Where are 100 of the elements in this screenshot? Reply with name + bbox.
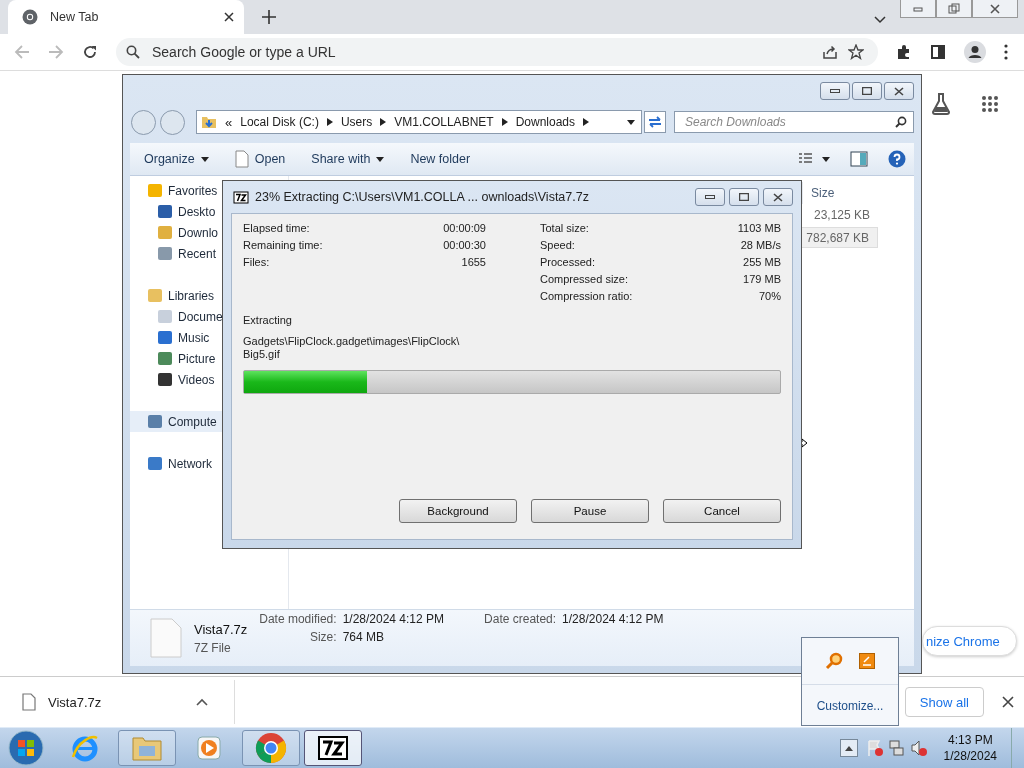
network-warning-icon[interactable] [887, 739, 906, 757]
nav-item-icon [148, 457, 162, 470]
breadcrumb-item[interactable]: Downloads [515, 115, 575, 129]
download-file-name[interactable]: Vista7.7z [48, 694, 178, 710]
breadcrumb-overflow[interactable]: « [225, 114, 233, 130]
nav-item-icon [158, 247, 172, 260]
address-input[interactable]: Search Google or type a URL [150, 43, 454, 61]
caret-down-icon [376, 156, 385, 162]
dialog-button[interactable]: Cancel [663, 499, 781, 523]
help-icon[interactable] [888, 150, 906, 168]
nav-item[interactable]: Network [130, 453, 288, 474]
stat-label: Total size: [540, 222, 590, 234]
stat-label: Processed: [540, 256, 597, 268]
file-path: Big5.gif [243, 348, 281, 361]
stat-label: Files: [243, 256, 271, 268]
nav-item[interactable]: Videos [130, 369, 288, 390]
stat-label: Elapsed time: [243, 222, 311, 234]
new-tab-icon[interactable] [262, 10, 276, 24]
restore-button[interactable] [936, 0, 972, 18]
triangle-right-icon[interactable] [326, 118, 333, 126]
breadcrumb-item[interactable]: Users [340, 115, 373, 129]
clock[interactable]: 4:13 PM 1/28/2024 [943, 732, 997, 764]
caret-down-icon [200, 156, 209, 162]
view-options-icon[interactable] [798, 152, 830, 166]
preview-pane-icon[interactable] [850, 151, 868, 167]
breadcrumb-item[interactable]: VM1.COLLABNET [394, 115, 494, 129]
nav-item[interactable]: Libraries [130, 285, 288, 306]
nav-label[interactable]: Videos [178, 372, 215, 387]
toolbar-button[interactable]: Organize [140, 150, 213, 168]
show-hidden-icons-button[interactable] [839, 739, 858, 757]
flask-icon[interactable] [931, 93, 951, 115]
toolbar-button[interactable]: Share with [307, 150, 389, 168]
nav-label[interactable]: Recent [178, 246, 217, 261]
star-icon[interactable] [848, 44, 864, 60]
dialog-title: 23% Extracting C:\Users\VM1.COLLA ... ownloads\Vista7.7z [255, 190, 589, 204]
nav-label[interactable]: Music [178, 330, 210, 345]
nav-label[interactable]: Network [168, 456, 212, 471]
magnifier-icon[interactable] [825, 652, 843, 670]
chevron-down-icon[interactable] [874, 16, 886, 24]
pen-square-icon[interactable] [859, 653, 875, 669]
customize-link[interactable]: Customize... [816, 699, 884, 713]
search-icon[interactable] [895, 116, 907, 128]
search-icon [126, 45, 140, 59]
apps-grid-icon[interactable] [981, 95, 999, 113]
minimize-button[interactable] [820, 82, 850, 100]
stat-value: 00:00:09 [443, 222, 486, 234]
column-header[interactable]: Size [811, 186, 835, 200]
browser-tab[interactable]: New Tab [8, 0, 244, 34]
refresh-arrows-icon[interactable] [644, 111, 666, 133]
maximize-icon [739, 193, 749, 201]
detail-value: 1/28/2024 4:12 PM [342, 612, 445, 628]
nav-item-icon [148, 415, 162, 428]
nav-label[interactable]: Favorites [168, 183, 218, 198]
close-icon[interactable] [224, 12, 234, 22]
share-icon[interactable] [822, 44, 838, 60]
file-name: Vista7.7z [194, 621, 248, 637]
maximize-button[interactable] [852, 82, 882, 100]
start-orb-icon[interactable] [8, 730, 44, 766]
close-button[interactable] [884, 82, 914, 100]
nav-label[interactable]: Libraries [168, 288, 215, 303]
dialog-button[interactable]: Background [399, 499, 517, 523]
nav-label[interactable]: Compute [168, 414, 217, 429]
caret-up-icon [844, 745, 853, 751]
search-field[interactable]: Search Downloads [674, 111, 914, 133]
flag-warning-icon[interactable] [865, 739, 884, 757]
toolbar-button[interactable]: New folder [406, 150, 475, 168]
nav-item-icon [158, 352, 172, 365]
side-panel-icon[interactable] [930, 44, 946, 60]
caret-up-icon[interactable] [196, 698, 208, 706]
maximize-button[interactable] [729, 188, 759, 206]
triangle-right-icon[interactable] [380, 118, 387, 126]
toolbar-button[interactable]: Open [230, 148, 290, 170]
folder-icon [201, 114, 217, 130]
nav-label[interactable]: Deskto [178, 204, 216, 219]
muted-speaker-icon[interactable] [909, 739, 928, 757]
nav-item-icon [158, 310, 172, 323]
breadcrumb-item[interactable]: Local Disk (C:) [240, 115, 319, 129]
triangle-right-icon[interactable] [501, 118, 508, 126]
menu-icon[interactable] [1004, 44, 1008, 60]
reload-icon[interactable] [82, 44, 98, 60]
close-button[interactable] [763, 188, 793, 206]
close-icon[interactable] [1002, 696, 1014, 708]
taskbar-button[interactable] [304, 730, 362, 766]
nav-label[interactable]: Picture [178, 351, 216, 366]
close-icon [772, 192, 784, 202]
address-bar[interactable]: « Local Disk (C:) Users VM1.COLLABNET Downloads [196, 110, 642, 134]
triangle-right-icon[interactable] [583, 118, 589, 126]
dialog-button[interactable]: Pause [531, 499, 649, 523]
file-icon [234, 150, 249, 168]
search-input[interactable]: Search Downloads [683, 114, 895, 130]
minimize-button[interactable] [695, 188, 725, 206]
nav-label[interactable]: Docume [178, 309, 223, 324]
customize-chrome-button[interactable]: nize Chrome [922, 626, 1017, 656]
address-bar[interactable]: Search Google or type a URL [116, 38, 878, 66]
nav-item-icon [158, 331, 172, 344]
puzzle-piece-icon[interactable] [896, 44, 912, 60]
nav-label[interactable]: Downlo [178, 225, 219, 240]
show-all-button[interactable]: Show all [904, 687, 984, 717]
caret-down-icon[interactable] [627, 119, 635, 125]
profile-avatar-icon[interactable] [964, 41, 986, 63]
